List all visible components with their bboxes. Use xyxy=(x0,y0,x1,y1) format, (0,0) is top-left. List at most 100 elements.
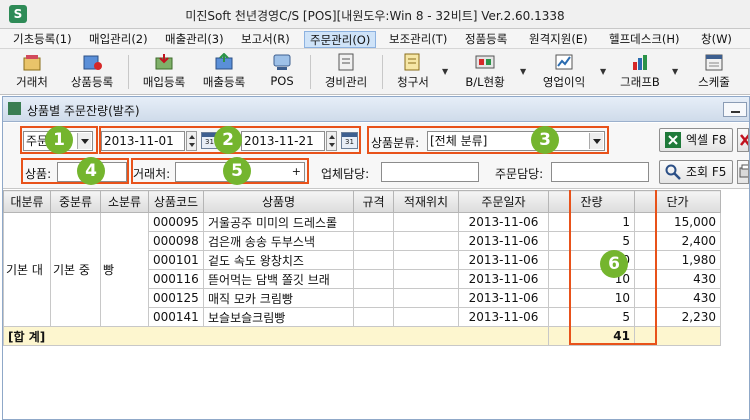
vendor-lookup-plus-icon[interactable]: + xyxy=(292,165,301,179)
close-icon xyxy=(740,134,748,146)
location-cell xyxy=(393,288,459,308)
chevron-down-icon[interactable] xyxy=(77,133,91,149)
toolbar-profit-label: 영업이익 xyxy=(542,75,586,89)
toolbar-expense-label: 경비관리 xyxy=(324,75,368,89)
location-cell xyxy=(393,231,459,251)
bl-status-icon xyxy=(475,55,495,69)
column-header[interactable]: 소분류 xyxy=(100,190,149,213)
toolbar-expense-button[interactable]: 경비관리 xyxy=(316,51,376,93)
menu-basic-register[interactable]: 기초등록(1) xyxy=(8,31,77,48)
toolbar-invoice-button[interactable]: 청구서 xyxy=(388,51,438,93)
date-from-spinner[interactable] xyxy=(186,131,197,151)
column-header[interactable]: 잔량 xyxy=(548,190,635,213)
column-header[interactable]: 상품명 xyxy=(203,190,354,213)
location-cell xyxy=(393,307,459,327)
print-button[interactable] xyxy=(737,160,749,184)
toolbar-purchase-button[interactable]: 매입등록 xyxy=(134,51,194,93)
order-manager-field[interactable] xyxy=(551,162,649,182)
product-code-cell: 000098 xyxy=(148,231,204,251)
column-header[interactable]: 적재위치 xyxy=(393,190,459,213)
toolbar-invoice-label: 청구서 xyxy=(397,75,429,89)
table-row[interactable]: 기본 대 기본 중 빵 000095 거울공주 미미의 드레스롤 2013-11… xyxy=(3,212,721,327)
remain-cell: 1 xyxy=(548,212,635,232)
annotation-badge-4: 4 xyxy=(77,157,105,185)
product-code-cell: 000116 xyxy=(148,269,204,289)
date-from-field[interactable]: 2013-11-01 xyxy=(101,131,185,151)
menu-orders[interactable]: 주문관리(O) xyxy=(304,31,377,48)
menu-purchase[interactable]: 매입관리(2) xyxy=(84,31,153,48)
toolbar-graph-button[interactable]: 그래프B xyxy=(610,51,670,93)
menu-helpdesk[interactable]: 헬프데스크(H) xyxy=(604,31,685,48)
profit-icon xyxy=(555,54,573,70)
printer-icon xyxy=(739,164,748,178)
price-cell: 2,400 xyxy=(634,231,721,251)
menu-license[interactable]: 정품등록 xyxy=(460,31,512,48)
menu-reports[interactable]: 보고서(R) xyxy=(236,31,295,48)
toolbar-profit-button[interactable]: 영업이익 xyxy=(532,51,596,93)
toolbar-schedule-label: 스케줄 xyxy=(698,75,730,89)
product-name-cell: 뜯어먹는 담백 쫄깃 브래 xyxy=(203,269,354,289)
pos-icon xyxy=(273,54,291,70)
order-date-cell: 2013-11-06 xyxy=(458,250,549,270)
product-icon xyxy=(83,55,102,70)
toolbar-schedule-button[interactable]: 스케줄 xyxy=(684,51,744,93)
toolbar-graph-label: 그래프B xyxy=(620,75,660,89)
remain-cell: 10 xyxy=(548,288,635,308)
location-cell xyxy=(393,250,459,270)
menu-sales[interactable]: 매출관리(3) xyxy=(160,31,229,48)
menu-window[interactable]: 창(W) xyxy=(696,31,737,48)
biz-manager-field[interactable] xyxy=(381,162,479,182)
total-price-cell xyxy=(634,326,721,346)
filter-area: 주문일 2013-11-01 31 2013-11-21 31 상품분류: [전… xyxy=(3,123,749,189)
location-cell xyxy=(393,269,459,289)
spec-cell xyxy=(353,307,394,327)
date-to-field[interactable]: 2013-11-21 xyxy=(241,131,325,151)
toolbar-product-label: 상품등록 xyxy=(70,75,114,89)
excel-export-label: 엑셀 F8 xyxy=(686,133,727,147)
toolbar-bl-status-button[interactable]: B/L현황 xyxy=(454,51,516,93)
toolbar-vendor-button[interactable]: 거래처 xyxy=(6,51,58,93)
panel-header: 상품별 주문잔량(발주) xyxy=(3,97,749,122)
expense-icon xyxy=(338,53,354,71)
menu-remote-support[interactable]: 원격지원(E) xyxy=(524,31,593,48)
annotation-badge-5: 5 xyxy=(223,157,251,185)
invoice-dropdown-arrow-icon[interactable]: ▼ xyxy=(442,67,448,76)
product-label: 상품: xyxy=(25,167,52,181)
toolbar-sales-button[interactable]: 매출등록 xyxy=(194,51,254,93)
sales-icon xyxy=(215,53,233,70)
column-header[interactable]: 상품코드 xyxy=(148,190,204,213)
table-header-row: 대분류 중분류 소분류 상품코드 상품명 규격 적재위치 주문일자 잔량 단가 xyxy=(3,190,721,213)
profit-dropdown-arrow-icon[interactable]: ▼ xyxy=(600,67,606,76)
category-label: 상품분류: xyxy=(371,136,420,150)
close-button[interactable] xyxy=(737,128,749,152)
graph-icon xyxy=(633,55,647,70)
category-select[interactable]: [전체 분류] xyxy=(427,131,605,151)
order-date-cell: 2013-11-06 xyxy=(458,269,549,289)
product-name-cell: 매직 모카 크림빵 xyxy=(203,288,354,308)
toolbar-separator xyxy=(128,55,129,89)
chevron-down-icon[interactable] xyxy=(589,133,603,149)
column-header[interactable]: 단가 xyxy=(634,190,721,213)
bl-status-dropdown-arrow-icon[interactable]: ▼ xyxy=(520,67,526,76)
toolbar-product-button[interactable]: 상품등록 xyxy=(62,51,122,93)
excel-icon xyxy=(665,132,681,148)
minimize-button[interactable] xyxy=(723,102,747,117)
spec-cell xyxy=(353,250,394,270)
column-header[interactable]: 대분류 xyxy=(3,190,51,213)
remain-cell: 5 xyxy=(548,231,635,251)
column-header[interactable]: 규격 xyxy=(353,190,394,213)
toolbar-pos-button[interactable]: POS xyxy=(262,51,302,93)
column-header[interactable]: 주문일자 xyxy=(458,190,549,213)
menu-auxiliary[interactable]: 보조관리(T) xyxy=(384,31,452,48)
price-cell: 15,000 xyxy=(634,212,721,232)
excel-export-button[interactable]: 엑셀 F8 xyxy=(659,128,733,152)
calendar-icon[interactable]: 31 xyxy=(341,132,358,149)
order-date-cell: 2013-11-06 xyxy=(458,231,549,251)
toolbar: 거래처 상품등록 매입등록 매출등록 POS 경비관리 청구서 ▼ B/L현황 … xyxy=(0,49,750,95)
search-button[interactable]: 조회 F5 xyxy=(659,160,733,184)
price-cell: 1,980 xyxy=(634,250,721,270)
date-to-spinner[interactable] xyxy=(326,131,337,151)
graph-dropdown-arrow-icon[interactable]: ▼ xyxy=(672,67,678,76)
product-code-cell: 000125 xyxy=(148,288,204,308)
column-header[interactable]: 중분류 xyxy=(50,190,101,213)
